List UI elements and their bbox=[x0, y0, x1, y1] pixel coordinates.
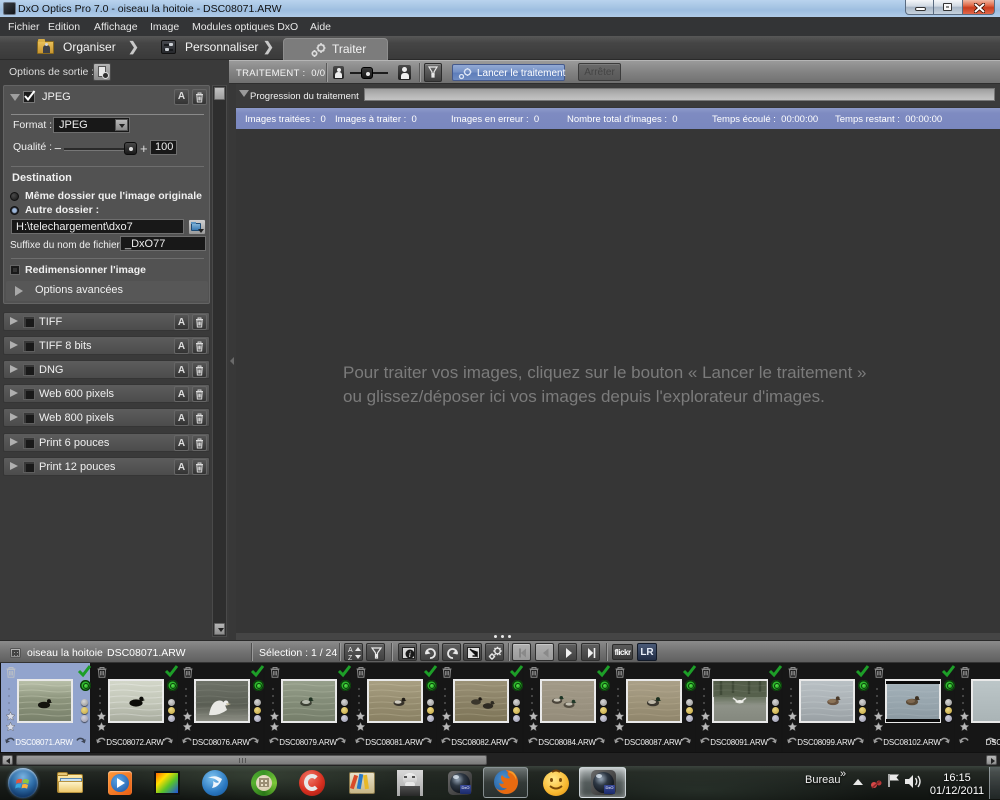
svg-text:A: A bbox=[348, 647, 353, 654]
svg-text:Z: Z bbox=[348, 655, 353, 662]
svg-text:i: i bbox=[409, 650, 411, 659]
